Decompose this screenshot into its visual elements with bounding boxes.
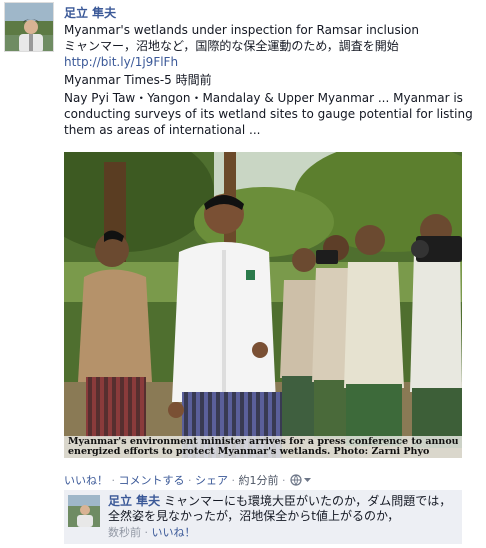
globe-icon[interactable] xyxy=(290,474,302,489)
photo-caption: Myanmar's environment minister arrives f… xyxy=(64,436,462,458)
comment-like-link[interactable]: いいね！ xyxy=(152,526,196,539)
article-photo[interactable]: Myanmar's environment minister arrives f… xyxy=(64,152,462,458)
share-link[interactable]: シェア xyxy=(195,474,228,487)
separator: · xyxy=(184,474,195,487)
comment-author-name[interactable]: 足立 隼夫 xyxy=(108,494,160,508)
comment-item: 足立 隼夫 ミャンマーにも環境大臣がいたのか，ダム問題では，全然姿を見なかったが… xyxy=(64,490,462,544)
commenter-avatar[interactable] xyxy=(68,495,100,527)
post-actions-bar: いいね！ · コメントする · シェア · 約1分前 · xyxy=(64,472,312,489)
comment-link[interactable]: コメントする xyxy=(119,474,185,487)
photo-caption-line-1: Myanmar's environment minister arrives f… xyxy=(68,437,458,447)
separator: · xyxy=(108,474,119,487)
news-feed-post: 足立 隼夫 Myanmar's wetlands under inspectio… xyxy=(0,0,486,548)
photo-illustration xyxy=(64,152,462,458)
headline-english: Myanmar's wetlands under inspection for … xyxy=(64,23,419,37)
post-author-name[interactable]: 足立 隼夫 xyxy=(64,4,116,21)
comment-meta: 数秒前 · いいね！ xyxy=(108,525,458,540)
article-snippet: Nay Pyi Taw・Yangon・Mandalay & Upper Myan… xyxy=(64,91,473,137)
photo-caption-line-2: energized efforts to protect Myanmar's w… xyxy=(68,447,430,457)
post-timestamp[interactable]: 約1分前 xyxy=(239,474,279,487)
comment-text: ミャンマーにも環境大臣がいたのか，ダム問題では，全然姿を見なかったが，沼地保全か… xyxy=(108,494,452,523)
comment-timestamp[interactable]: 数秒前 xyxy=(108,526,141,539)
headline-japanese: ミャンマー，沼地など，国際的な保全運動のため，調査を開始 xyxy=(64,39,399,53)
comment-body: 足立 隼夫 ミャンマーにも環境大臣がいたのか，ダム問題では，全然姿を見なかったが… xyxy=(108,494,458,540)
separator: · xyxy=(228,474,239,487)
separator: · xyxy=(278,474,289,487)
author-avatar[interactable] xyxy=(4,2,54,52)
post-content: Myanmar's wetlands under inspection for … xyxy=(64,22,482,138)
separator: · xyxy=(141,526,152,539)
news-source: Myanmar Times-5 時間前 xyxy=(64,73,212,87)
chevron-down-icon[interactable] xyxy=(303,474,312,489)
like-link[interactable]: いいね！ xyxy=(64,474,108,487)
shared-link[interactable]: http://bit.ly/1j9FlFh xyxy=(64,54,482,70)
